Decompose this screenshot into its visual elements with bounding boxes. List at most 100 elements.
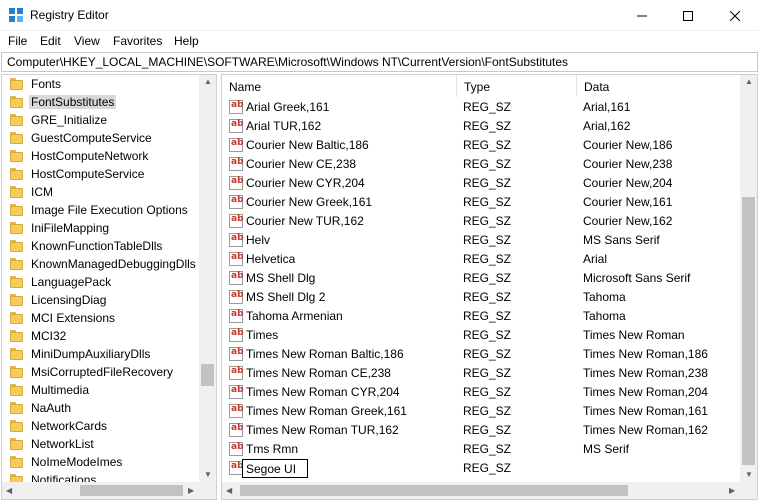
scroll-left-icon[interactable]: ◀ bbox=[226, 486, 232, 495]
tree-item[interactable]: Multimedia bbox=[2, 381, 199, 399]
maximize-icon bbox=[683, 10, 693, 21]
string-value-icon: ab bbox=[229, 233, 244, 247]
list-row[interactable]: ab Times New Roman CE,238 REG_SZ Times New … bbox=[222, 364, 742, 383]
tree-item[interactable]: NoImeModeImes bbox=[2, 453, 199, 471]
rename-input[interactable]: Segoe UI bbox=[242, 459, 308, 478]
minimize-button[interactable] bbox=[619, 0, 665, 31]
column-header-name[interactable]: Name bbox=[222, 75, 457, 97]
maximize-button[interactable] bbox=[665, 0, 711, 31]
list-vertical-scrollbar[interactable]: ▲ ▼ bbox=[740, 75, 757, 482]
list-horizontal-thumb[interactable] bbox=[240, 485, 628, 496]
menu-view[interactable]: View bbox=[74, 34, 100, 48]
list-row[interactable]: ab Arial Greek,161 REG_SZ Arial,161 bbox=[222, 98, 742, 117]
value-name: Times New Roman Baltic,186 bbox=[246, 347, 404, 361]
menu-file[interactable]: File bbox=[8, 34, 27, 48]
value-type: REG_SZ bbox=[463, 442, 512, 456]
tree-item[interactable]: GRE_Initialize bbox=[2, 111, 199, 129]
scroll-up-icon[interactable]: ▲ bbox=[745, 77, 753, 86]
list-row[interactable]: ab Helv REG_SZ MS Sans Serif bbox=[222, 231, 742, 250]
folder-icon bbox=[10, 438, 23, 450]
list-vertical-thumb[interactable] bbox=[742, 197, 755, 465]
tree-item[interactable]: HostComputeService bbox=[2, 165, 199, 183]
tree-item[interactable]: NaAuth bbox=[2, 399, 199, 417]
key-tree[interactable]: Fonts FontSubstitutes GRE_Initialize GuestC… bbox=[1, 74, 217, 500]
tree-vertical-thumb[interactable] bbox=[201, 364, 214, 386]
string-value-icon: ab bbox=[229, 100, 244, 114]
scroll-up-icon[interactable]: ▲ bbox=[204, 77, 212, 86]
tree-item-label: LicensingDiag bbox=[31, 293, 107, 307]
column-header-data[interactable]: Data bbox=[577, 75, 740, 97]
tree-item[interactable]: MiniDumpAuxiliaryDlls bbox=[2, 345, 199, 363]
list-row[interactable]: ab Courier New Baltic,186 REG_SZ Courier Ne… bbox=[222, 136, 742, 155]
tree-item[interactable]: MsiCorruptedFileRecovery bbox=[2, 363, 199, 381]
address-bar[interactable]: Computer\HKEY_LOCAL_MACHINE\SOFTWARE\Mic… bbox=[1, 52, 758, 72]
list-row[interactable]: ab Courier New TUR,162 REG_SZ Courier New,1… bbox=[222, 212, 742, 231]
tree-item-label: NetworkList bbox=[31, 437, 94, 451]
folder-icon bbox=[10, 132, 23, 144]
value-name: Courier New CE,238 bbox=[246, 157, 357, 171]
list-row[interactable]: ab Courier New CE,238 REG_SZ Courier New,23… bbox=[222, 155, 742, 174]
list-row[interactable]: ab Times New Roman TUR,162 REG_SZ Times New… bbox=[222, 421, 742, 440]
list-row[interactable]: ab Helvetica REG_SZ Arial bbox=[222, 250, 742, 269]
tree-item[interactable]: LicensingDiag bbox=[2, 291, 199, 309]
folder-icon bbox=[10, 96, 23, 108]
folder-icon bbox=[10, 420, 23, 432]
string-value-icon: ab bbox=[229, 119, 244, 133]
tree-horizontal-thumb[interactable] bbox=[80, 485, 183, 496]
close-button[interactable] bbox=[711, 0, 759, 31]
list-horizontal-scrollbar[interactable]: ◀ ▶ bbox=[222, 482, 740, 499]
value-name: Tms Rmn bbox=[246, 442, 298, 456]
list-row[interactable]: ab Courier New CYR,204 REG_SZ Courier New,2… bbox=[222, 174, 742, 193]
tree-item[interactable]: FontSubstitutes bbox=[2, 93, 199, 111]
values-list[interactable]: Name Type Data ab Arial Greek,161 REG_SZ Ar… bbox=[221, 74, 758, 500]
tree-item[interactable]: IniFileMapping bbox=[2, 219, 199, 237]
tree-horizontal-scrollbar[interactable]: ◀ ▶ bbox=[2, 482, 199, 499]
scroll-right-icon[interactable]: ▶ bbox=[729, 486, 735, 495]
address-path: Computer\HKEY_LOCAL_MACHINE\SOFTWARE\Mic… bbox=[7, 55, 569, 69]
tree-item[interactable]: Image File Execution Options bbox=[2, 201, 199, 219]
value-type: REG_SZ bbox=[463, 100, 512, 114]
tree-item[interactable]: HostComputeNetwork bbox=[2, 147, 199, 165]
list-row[interactable]: ab Times New Roman Baltic,186 REG_SZ Times … bbox=[222, 345, 742, 364]
value-data: Microsoft Sans Serif bbox=[583, 271, 691, 285]
folder-icon bbox=[10, 402, 23, 414]
value-name: Times New Roman CYR,204 bbox=[246, 385, 400, 399]
list-row[interactable]: ab Tms Rmn REG_SZ MS Serif bbox=[222, 440, 742, 459]
menu-help[interactable]: Help bbox=[174, 34, 199, 48]
list-row[interactable]: ab Courier New Greek,161 REG_SZ Courier New… bbox=[222, 193, 742, 212]
list-row[interactable]: ab Arial TUR,162 REG_SZ Arial,162 bbox=[222, 117, 742, 136]
list-row[interactable]: ab Times New Roman Greek,161 REG_SZ Times N… bbox=[222, 402, 742, 421]
folder-icon bbox=[10, 168, 23, 180]
value-type: REG_SZ bbox=[463, 366, 512, 380]
tree-item[interactable]: GuestComputeService bbox=[2, 129, 199, 147]
tree-item[interactable]: KnownManagedDebuggingDlls bbox=[2, 255, 199, 273]
scroll-down-icon[interactable]: ▼ bbox=[204, 470, 212, 479]
list-row[interactable]: ab MS Shell Dlg 2 REG_SZ Tahoma bbox=[222, 288, 742, 307]
scroll-left-icon[interactable]: ◀ bbox=[6, 486, 12, 495]
list-row-editing[interactable]: ab Segoe UI REG_SZ bbox=[222, 459, 742, 478]
tree-item[interactable]: ICM bbox=[2, 183, 199, 201]
tree-vertical-scrollbar[interactable]: ▲ ▼ bbox=[199, 75, 216, 482]
tree-item[interactable]: MCI Extensions bbox=[2, 309, 199, 327]
string-value-icon: ab bbox=[229, 195, 244, 209]
tree-item-label: KnownManagedDebuggingDlls bbox=[31, 257, 196, 271]
tree-item[interactable]: KnownFunctionTableDlls bbox=[2, 237, 199, 255]
scroll-down-icon[interactable]: ▼ bbox=[745, 470, 753, 479]
tree-item-label: GRE_Initialize bbox=[31, 113, 108, 127]
value-type: REG_SZ bbox=[463, 404, 512, 418]
scroll-right-icon[interactable]: ▶ bbox=[188, 486, 194, 495]
tree-item[interactable]: Fonts bbox=[2, 75, 199, 93]
value-type: REG_SZ bbox=[463, 290, 512, 304]
list-row[interactable]: ab Tahoma Armenian REG_SZ Tahoma bbox=[222, 307, 742, 326]
tree-item[interactable]: LanguagePack bbox=[2, 273, 199, 291]
list-row[interactable]: ab Times New Roman CYR,204 REG_SZ Times New… bbox=[222, 383, 742, 402]
tree-item[interactable]: NetworkList bbox=[2, 435, 199, 453]
tree-item[interactable]: MCI32 bbox=[2, 327, 199, 345]
list-row[interactable]: ab MS Shell Dlg REG_SZ Microsoft Sans Serif bbox=[222, 269, 742, 288]
column-header-type[interactable]: Type bbox=[457, 75, 577, 97]
menu-favorites[interactable]: Favorites bbox=[113, 34, 162, 48]
menu-edit[interactable]: Edit bbox=[40, 34, 61, 48]
tree-item[interactable]: NetworkCards bbox=[2, 417, 199, 435]
list-row[interactable]: ab Times REG_SZ Times New Roman bbox=[222, 326, 742, 345]
tree-item-label: GuestComputeService bbox=[31, 131, 152, 145]
